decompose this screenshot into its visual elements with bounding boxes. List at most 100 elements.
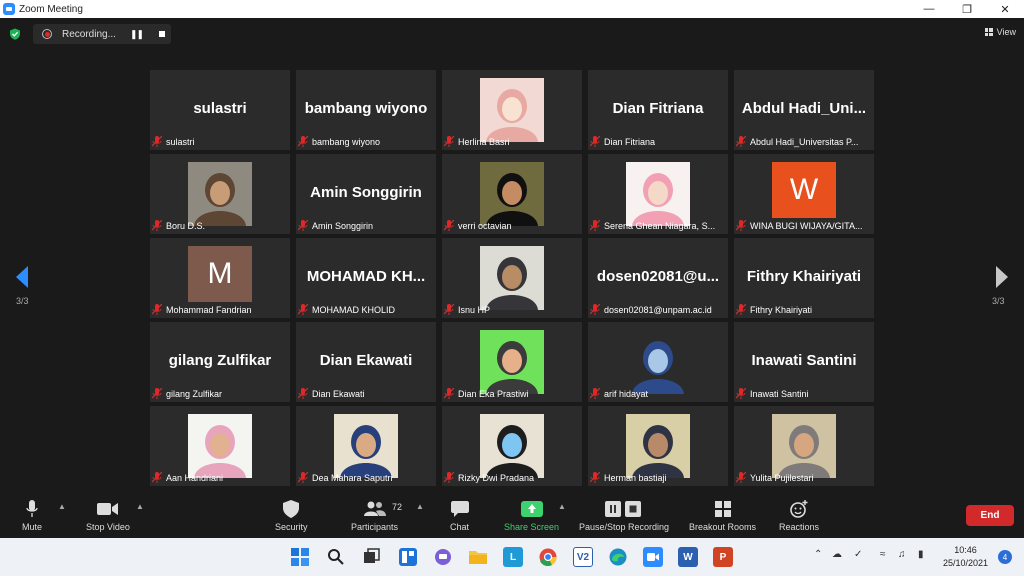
search-icon[interactable] [326, 547, 346, 567]
participant-name: Inawati Santini [750, 388, 809, 399]
participant-display-name: MOHAMAD KH... [306, 268, 426, 285]
participant-tile[interactable]: W WINA BUGI WIJAYA/GITA... [734, 154, 874, 234]
pen-icon[interactable]: ✓ [854, 549, 862, 560]
participant-tile[interactable]: Isnu HP [442, 238, 582, 318]
battery-icon[interactable]: ▮ [918, 549, 924, 560]
video-options-chevron-icon[interactable]: ▲ [136, 502, 144, 511]
security-button[interactable]: Security [275, 498, 308, 532]
mute-options-chevron-icon[interactable]: ▲ [58, 502, 66, 511]
muted-microphone-icon [736, 136, 746, 147]
participant-name: sulastri [166, 136, 195, 147]
widgets-icon[interactable] [398, 547, 418, 567]
notifications-badge[interactable]: 4 [998, 550, 1012, 564]
word-icon[interactable]: W [678, 547, 698, 567]
participant-name-label: Serena Ghean Niagara, S... [590, 219, 715, 232]
minimize-button[interactable]: — [910, 0, 948, 18]
participant-tile[interactable]: Boru D.S. [150, 154, 290, 234]
participant-tile[interactable]: Amin Songgirin Amin Songgirin [296, 154, 436, 234]
participant-tile[interactable]: verri octavian [442, 154, 582, 234]
shield-icon[interactable] [9, 28, 21, 40]
edge-icon[interactable] [608, 547, 628, 567]
participant-tile[interactable]: Dian Fitriana Dian Fitriana [588, 70, 728, 150]
zoom-app-icon [3, 3, 15, 15]
participant-name: MOHAMAD KHOLID [312, 304, 396, 315]
reactions-button[interactable]: Reactions [779, 498, 819, 532]
participant-name-label: arif hidayat [590, 387, 648, 400]
next-page-arrow-icon[interactable] [996, 266, 1008, 288]
windows-taskbar: L V2 W P ⌃ ☁ ✓ ≈ ♫ ▮ 10:46 25/10/2021 4 [0, 538, 1024, 576]
muted-microphone-icon [298, 304, 308, 315]
participant-name: bambang wiyono [312, 136, 381, 147]
show-hidden-icons-chevron-icon[interactable]: ⌃ [814, 549, 822, 560]
pause-icon[interactable]: ❚❚ [130, 29, 144, 40]
wifi-icon[interactable]: ≈ [880, 549, 886, 560]
participant-tile[interactable]: Dian Eka Prastiwi [442, 322, 582, 402]
participant-video [188, 162, 252, 226]
file-explorer-icon[interactable] [468, 547, 488, 567]
share-screen-button[interactable]: Share Screen [504, 498, 559, 532]
pause-stop-recording-button[interactable]: Pause/Stop Recording [579, 498, 669, 532]
video-camera-icon [96, 503, 118, 515]
chrome-icon[interactable] [538, 547, 558, 567]
l-app-icon[interactable]: L [503, 547, 523, 567]
teams-chat-icon[interactable] [433, 547, 453, 567]
participant-tile[interactable]: gilang Zulfikar gilang Zulfikar [150, 322, 290, 402]
muted-microphone-icon [444, 304, 454, 315]
previous-page-arrow-icon[interactable] [16, 266, 28, 288]
participant-tile[interactable]: Fithry Khairiyati Fithry Khairiyati [734, 238, 874, 318]
participant-name: Dian Ekawati [312, 388, 365, 399]
onedrive-cloud-icon[interactable]: ☁ [832, 549, 842, 560]
participant-tile[interactable]: dosen02081@u... dosen02081@unpam.ac.id [588, 238, 728, 318]
participant-tile[interactable]: Inawati Santini Inawati Santini [734, 322, 874, 402]
muted-microphone-icon [736, 304, 746, 315]
task-view-icon[interactable] [362, 547, 382, 567]
participant-display-name: gilang Zulfikar [168, 352, 272, 369]
participant-tile[interactable]: bambang wiyono bambang wiyono [296, 70, 436, 150]
volume-icon[interactable]: ♫ [898, 549, 906, 560]
maximize-button[interactable]: ❐ [948, 0, 986, 18]
participant-name-label: Herman bastiaji [590, 471, 667, 484]
mute-button[interactable]: Mute [22, 498, 42, 532]
participant-name: Fithry Khairiyati [750, 304, 813, 315]
participant-tile[interactable]: Dian Ekawati Dian Ekawati [296, 322, 436, 402]
breakout-rooms-button[interactable]: Breakout Rooms [689, 498, 756, 532]
participant-tile[interactable]: Herlina Basri [442, 70, 582, 150]
view-button[interactable]: View [984, 24, 1016, 40]
windows-start-icon[interactable] [290, 547, 310, 567]
participant-video [188, 414, 252, 478]
participants-count: 72 [392, 502, 403, 512]
participant-tile[interactable]: Yulita Pujilestari [734, 406, 874, 486]
participant-display-name: Amin Songgirin [310, 184, 422, 201]
participant-name: Dian Eka Prastiwi [458, 388, 529, 399]
participant-tile[interactable]: Herman bastiaji [588, 406, 728, 486]
zoom-taskbar-icon[interactable] [643, 547, 663, 567]
system-clock[interactable]: 10:46 25/10/2021 [943, 544, 988, 570]
participant-tile[interactable]: sulastri sulastri [150, 70, 290, 150]
participant-tile[interactable]: Dea Mahara Saputri [296, 406, 436, 486]
participant-tile[interactable]: Rizky Dwi Pradana [442, 406, 582, 486]
participant-tile[interactable]: arif hidayat [588, 322, 728, 402]
participant-video [480, 246, 544, 310]
participant-tile[interactable]: Aan Handriani [150, 406, 290, 486]
close-button[interactable]: ✕ [986, 0, 1024, 18]
participant-video [480, 414, 544, 478]
v2-app-icon[interactable]: V2 [573, 547, 593, 567]
participants-button[interactable]: Participants [351, 498, 398, 532]
participant-video [334, 414, 398, 478]
participant-video [626, 414, 690, 478]
participant-tile[interactable]: Serena Ghean Niagara, S... [588, 154, 728, 234]
participant-name-label: Rizky Dwi Pradana [444, 471, 534, 484]
grid-icon [984, 28, 993, 36]
participant-tile[interactable]: MOHAMAD KH... MOHAMAD KHOLID [296, 238, 436, 318]
share-options-chevron-icon[interactable]: ▲ [558, 502, 566, 511]
window-titlebar: Zoom Meeting — ❐ ✕ [0, 0, 1024, 18]
powerpoint-icon[interactable]: P [713, 547, 733, 567]
stop-icon[interactable] [159, 31, 166, 37]
end-meeting-button[interactable]: End [966, 505, 1014, 526]
stop-video-button[interactable]: Stop Video [86, 498, 130, 532]
chat-button[interactable]: Chat [450, 498, 469, 532]
participant-tile[interactable]: M Mohammad Fandrian [150, 238, 290, 318]
participants-options-chevron-icon[interactable]: ▲ [416, 502, 424, 511]
participant-tile[interactable]: Abdul Hadi_Uni... Abdul Hadi_Universitas … [734, 70, 874, 150]
participant-name-label: Mohammad Fandrian [152, 303, 252, 316]
